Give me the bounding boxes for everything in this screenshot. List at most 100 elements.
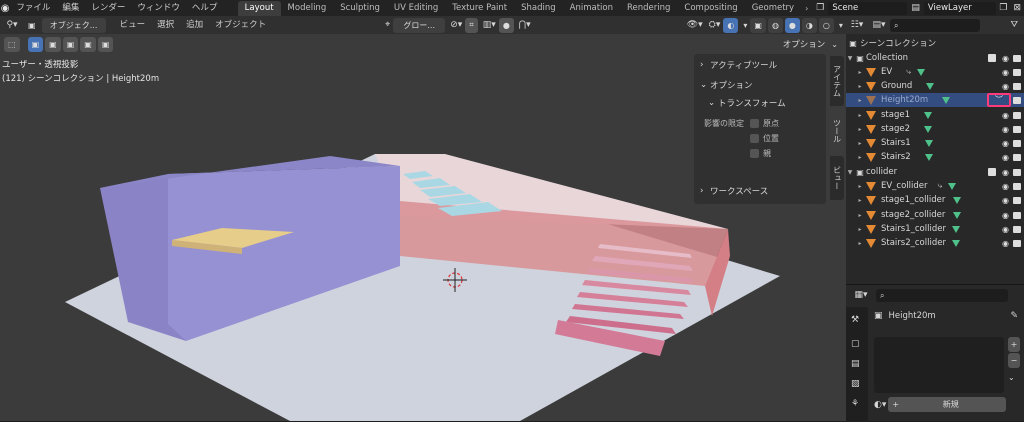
expand-icon[interactable]: ▸ bbox=[856, 140, 864, 147]
camera-icon[interactable] bbox=[1013, 96, 1021, 104]
camera-icon[interactable] bbox=[1013, 211, 1021, 219]
view-layer-name[interactable]: ViewLayer bbox=[923, 1, 997, 15]
menu-help[interactable]: ヘルプ bbox=[186, 0, 224, 16]
search-icon[interactable]: ⌕ bbox=[876, 288, 1008, 302]
locations-checkbox[interactable] bbox=[750, 133, 759, 143]
chevron-down-icon[interactable]: ⌄ bbox=[1008, 373, 1015, 382]
tab-modeling[interactable]: Modeling bbox=[281, 1, 334, 16]
material-sphere-icon[interactable]: ◐▾ bbox=[874, 400, 886, 410]
outliner-row-collider[interactable]: ▼ ▣ collider ◉ bbox=[846, 165, 1024, 179]
add-slot-button[interactable]: + bbox=[1008, 337, 1020, 352]
overlays-dropdown-icon[interactable]: ▾ bbox=[740, 21, 750, 30]
tool-tab-icon[interactable]: ⚒ bbox=[851, 315, 859, 325]
outliner-row-stage1[interactable]: ▸ stage1 ◉ bbox=[846, 108, 1024, 122]
material-slot-list[interactable] bbox=[874, 337, 1004, 393]
expand-icon[interactable]: ▼ bbox=[846, 55, 854, 62]
close-icon[interactable]: ⊠ bbox=[1010, 3, 1024, 13]
outliner-row-stage1-collider[interactable]: ▸ stage1_collider ◉ bbox=[846, 193, 1024, 207]
expand-icon[interactable]: ▸ bbox=[856, 240, 864, 247]
workspace-arrow-icon[interactable]: › bbox=[801, 4, 812, 13]
camera-icon[interactable] bbox=[1013, 196, 1021, 204]
camera-icon[interactable] bbox=[1013, 68, 1021, 76]
tab-shading[interactable]: Shading bbox=[514, 1, 563, 16]
camera-icon[interactable] bbox=[1013, 111, 1021, 119]
tab-layout[interactable]: Layout bbox=[237, 0, 281, 16]
snap-toggle-icon[interactable]: ⌗ bbox=[465, 17, 478, 33]
eye-icon[interactable]: ◉ bbox=[1002, 182, 1009, 191]
select-subtract-icon[interactable]: ▣ bbox=[62, 36, 79, 52]
menu-file[interactable]: ファイル bbox=[10, 0, 56, 16]
eye-icon[interactable]: ◉ bbox=[1002, 54, 1009, 63]
expand-icon[interactable]: ▸ bbox=[856, 126, 864, 133]
outliner-row-stairs1-collider[interactable]: ▸ Stairs1_collider ◉ bbox=[846, 222, 1024, 236]
filter-icon[interactable]: ⛛ bbox=[1010, 20, 1024, 30]
eye-icon[interactable]: ◉ bbox=[1002, 68, 1009, 77]
expand-icon[interactable]: ▸ bbox=[856, 197, 864, 204]
blender-logo-icon[interactable]: ◉ bbox=[0, 3, 10, 14]
menu-window[interactable]: ウィンドウ bbox=[131, 0, 186, 16]
pivot-icon[interactable]: ⊘▾ bbox=[447, 20, 465, 30]
menu-object[interactable]: オブジェクト bbox=[209, 17, 272, 33]
eye-icon[interactable]: ◉ bbox=[1002, 139, 1009, 148]
select-intersect-icon[interactable]: ▣ bbox=[97, 36, 114, 52]
editor-type-icon[interactable]: ▦▾ bbox=[846, 290, 876, 300]
eye-icon[interactable]: ◉ bbox=[1002, 125, 1009, 134]
eye-icon[interactable]: ◉ bbox=[1002, 153, 1009, 162]
eye-icon[interactable]: ◉ bbox=[1002, 239, 1009, 248]
shading-options-icon[interactable]: ▾ bbox=[836, 21, 846, 30]
display-mode-icon[interactable]: ▤▾ bbox=[868, 20, 890, 30]
camera-icon[interactable] bbox=[1013, 139, 1021, 147]
tab-sculpting[interactable]: Sculpting bbox=[333, 1, 387, 16]
falloff-icon[interactable]: ⋂▾ bbox=[516, 20, 534, 30]
scene-collection-row[interactable]: ▣ シーンコレクション bbox=[846, 36, 1024, 50]
scene-name[interactable]: Scene bbox=[828, 1, 908, 15]
outliner-row-ev[interactable]: ▸ EV ⤷ ◉ bbox=[846, 65, 1024, 79]
expand-icon[interactable]: ▸ bbox=[856, 83, 864, 90]
tab-geometry[interactable]: Geometry bbox=[745, 1, 801, 16]
select-invert-icon[interactable]: ▣ bbox=[80, 36, 96, 52]
outliner-row-stairs1[interactable]: ▸ Stairs1 ◉ bbox=[846, 136, 1024, 150]
expand-icon[interactable]: ▸ bbox=[856, 226, 864, 233]
camera-icon[interactable] bbox=[1013, 182, 1021, 190]
snap-target-icon[interactable]: ▥▾ bbox=[480, 20, 499, 30]
outliner-row-height20m[interactable]: ▸ Height20m ︶ bbox=[846, 93, 1024, 108]
outliner-row-ev-collider[interactable]: ▸ EV_collider ⤷ ◉ bbox=[846, 179, 1024, 193]
options-dropdown[interactable]: オプション bbox=[779, 37, 830, 52]
visibility-icon[interactable]: 👁▾ bbox=[684, 20, 706, 30]
copy-icon[interactable]: ❐ bbox=[996, 3, 1010, 13]
tab-rendering[interactable]: Rendering bbox=[620, 1, 677, 16]
checkbox-icon[interactable] bbox=[988, 168, 996, 177]
menu-view[interactable]: ビュー bbox=[114, 17, 152, 33]
scene-tab-icon[interactable]: ⚘ bbox=[851, 399, 859, 409]
expand-icon[interactable]: ▸ bbox=[856, 112, 864, 119]
checkbox-icon[interactable] bbox=[988, 54, 996, 63]
select-tool-icon[interactable]: ⬚ bbox=[4, 36, 20, 52]
eye-icon[interactable]: ◉ bbox=[1002, 168, 1009, 177]
view-layer-tab-icon[interactable]: ▧ bbox=[851, 379, 860, 389]
menu-add[interactable]: 追加 bbox=[180, 17, 209, 33]
render-tab-icon[interactable]: ▢ bbox=[851, 339, 860, 349]
menu-select[interactable]: 選択 bbox=[151, 17, 180, 33]
tab-tool[interactable]: ツール bbox=[830, 108, 844, 154]
expand-icon[interactable]: ▸ bbox=[856, 212, 864, 219]
panel-workspace[interactable]: › ワークスペース bbox=[694, 182, 826, 200]
outliner-row-stairs2-collider[interactable]: ▸ Stairs2_collider ◉ bbox=[846, 236, 1024, 250]
shading-rendered-icon[interactable]: ○ bbox=[818, 17, 834, 33]
tab-view[interactable]: ビュー bbox=[830, 156, 844, 200]
tab-item[interactable]: アイテム bbox=[830, 56, 844, 106]
camera-icon[interactable] bbox=[1013, 153, 1021, 161]
menu-edit[interactable]: 編集 bbox=[56, 0, 85, 16]
origins-checkbox[interactable] bbox=[750, 118, 759, 128]
new-material-button[interactable]: + 新規 bbox=[888, 397, 1007, 412]
view-layer-icon[interactable]: ▤ bbox=[907, 3, 924, 13]
eye-icon[interactable]: ◉ bbox=[1002, 111, 1009, 120]
shading-wireframe-icon[interactable]: ◍ bbox=[767, 17, 783, 33]
camera-icon[interactable] bbox=[1013, 82, 1021, 90]
xray-icon[interactable]: ▣ bbox=[750, 17, 766, 33]
parents-checkbox[interactable] bbox=[750, 148, 759, 158]
orientation-icon[interactable]: ⌖ bbox=[382, 20, 393, 30]
menu-render[interactable]: レンダー bbox=[85, 0, 131, 16]
panel-options[interactable]: ⌄ オプション bbox=[694, 76, 826, 94]
camera-icon[interactable] bbox=[1013, 125, 1021, 133]
mode-selector[interactable]: オブジェク... bbox=[41, 17, 106, 33]
